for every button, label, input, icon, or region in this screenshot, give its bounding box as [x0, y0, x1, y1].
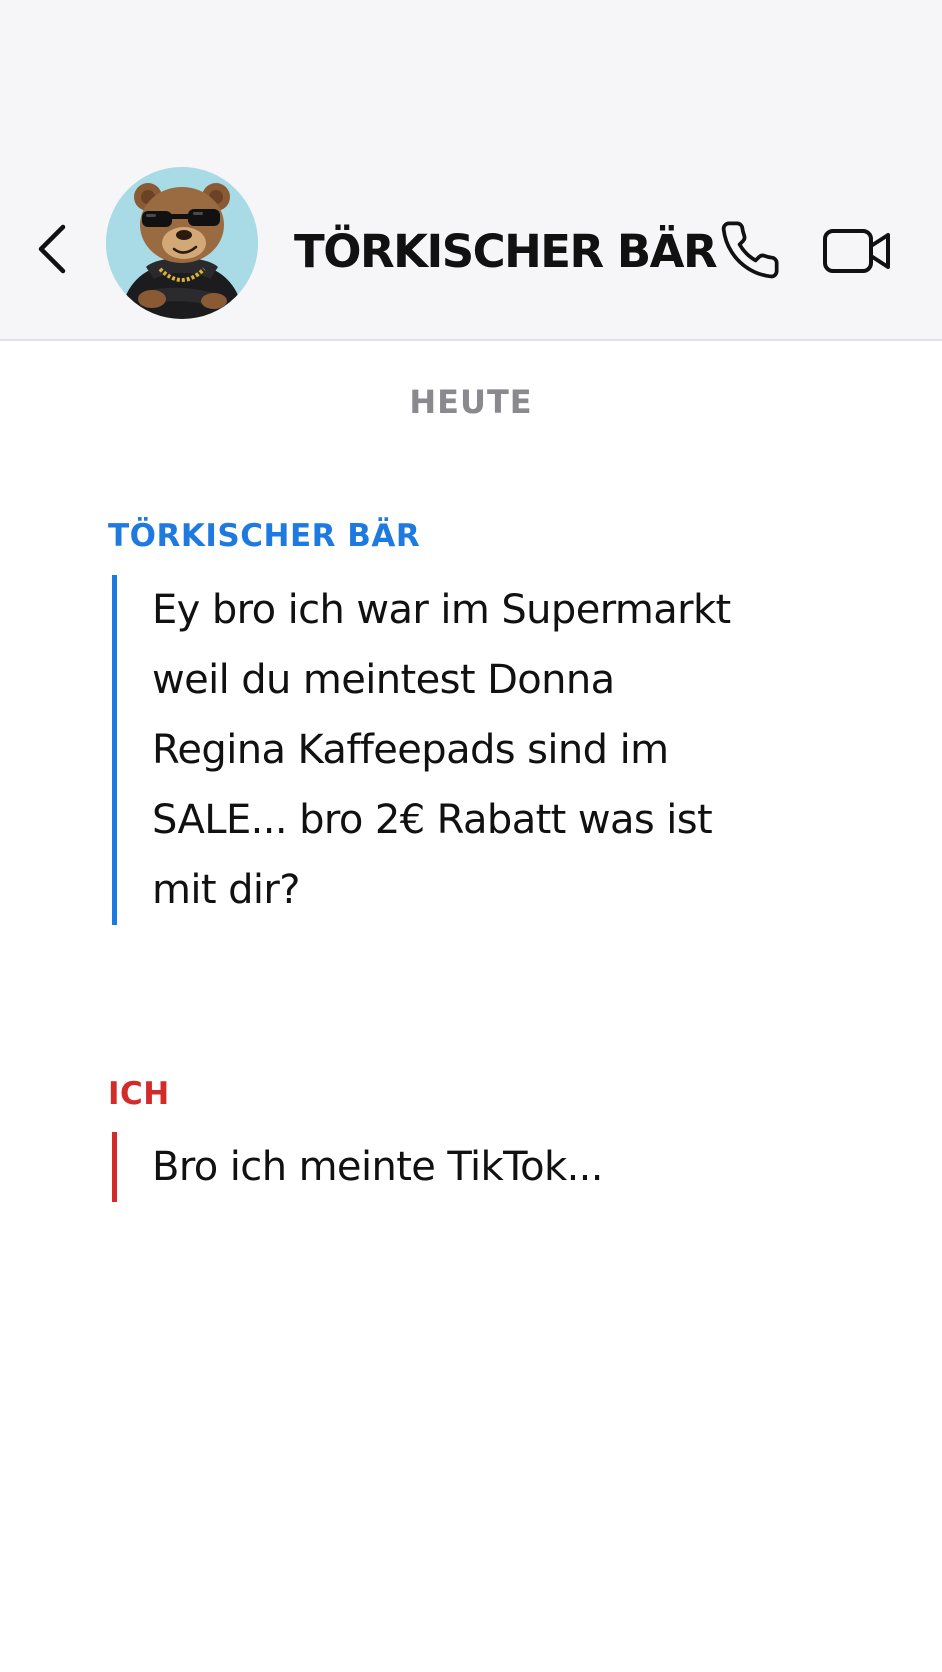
contact-name[interactable]: TÖRKISCHER BÄR — [294, 222, 718, 282]
chat-header: TÖRKISCHER BÄR — [0, 0, 942, 341]
phone-icon — [721, 221, 779, 279]
chevron-left-icon — [38, 224, 66, 274]
call-button[interactable] — [718, 218, 782, 282]
outgoing-message[interactable]: Bro ich meinte TikTok... — [112, 1132, 604, 1202]
message-sender: TÖRKISCHER BÄR — [108, 518, 421, 554]
back-button[interactable] — [30, 216, 74, 282]
incoming-message[interactable]: Ey bro ich war im Supermarkt weil du mei… — [112, 575, 752, 925]
bear-avatar-icon — [106, 167, 258, 319]
video-camera-icon — [823, 229, 890, 273]
message-sender: ICH — [108, 1076, 170, 1112]
video-call-button[interactable] — [822, 226, 892, 276]
avatar[interactable] — [106, 167, 258, 319]
date-separator: HEUTE — [409, 383, 533, 421]
